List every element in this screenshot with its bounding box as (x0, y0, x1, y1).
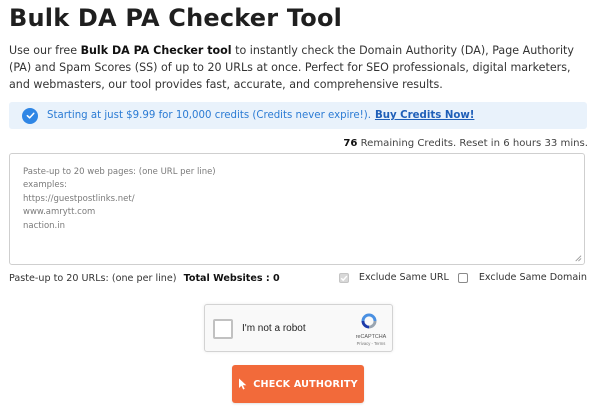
credits-status: 76 Remaining Credits. Reset in 6 hours 3… (343, 138, 588, 149)
exclude-same-domain-label[interactable]: Exclude Same Domain (479, 272, 587, 283)
total-websites: Total Websites : 0 (183, 273, 280, 284)
intro-tool-name: Bulk DA PA Checker tool (80, 44, 232, 57)
check-authority-label: CHECK AUTHORITY (253, 378, 358, 390)
promo-text: Starting at just $9.99 for 10,000 credit… (47, 110, 371, 121)
buy-credits-link[interactable]: Buy Credits Now! (375, 110, 474, 121)
recaptcha-checkbox[interactable] (213, 319, 233, 339)
credits-count: 76 (343, 138, 358, 149)
cursor-pointer-icon (238, 378, 248, 390)
check-circle-icon (22, 107, 38, 124)
url-textarea[interactable] (10, 154, 584, 264)
check-authority-button[interactable]: CHECK AUTHORITY (232, 365, 364, 403)
intro-text-start: Use our free (9, 44, 81, 57)
recaptcha-legal-links[interactable]: Privacy - Terms (351, 341, 391, 346)
page-title: Bulk DA PA Checker Tool (9, 4, 343, 32)
recaptcha-label: I'm not a robot (242, 323, 306, 334)
input-meta-row: Paste-up to 20 URLs: (one per line) Tota… (9, 272, 587, 287)
exclude-same-domain-checkbox[interactable] (457, 272, 468, 283)
recaptcha-brand: reCAPTCHA (355, 334, 387, 340)
url-hint-text: Paste-up to 20 URLs: (one per line) (9, 273, 177, 284)
intro-paragraph: Use our free Bulk DA PA Checker tool to … (9, 42, 591, 93)
exclude-same-url-checkbox[interactable] (338, 272, 349, 283)
url-textarea-wrapper (9, 153, 585, 265)
exclude-same-url-label[interactable]: Exclude Same URL (359, 272, 449, 283)
promo-banner: Starting at just $9.99 for 10,000 credit… (9, 102, 587, 129)
credits-reset-text: Remaining Credits. Reset in 6 hours 33 m… (357, 138, 588, 149)
resize-handle-icon[interactable] (573, 253, 582, 262)
recaptcha-widget: I'm not a robot reCAPTCHA Privacy - Term… (204, 304, 393, 352)
exclude-options: Exclude Same URL Exclude Same Domain (338, 272, 587, 283)
recaptcha-logo-icon (361, 313, 377, 329)
url-hint: Paste-up to 20 URLs: (one per line) Tota… (9, 273, 280, 284)
